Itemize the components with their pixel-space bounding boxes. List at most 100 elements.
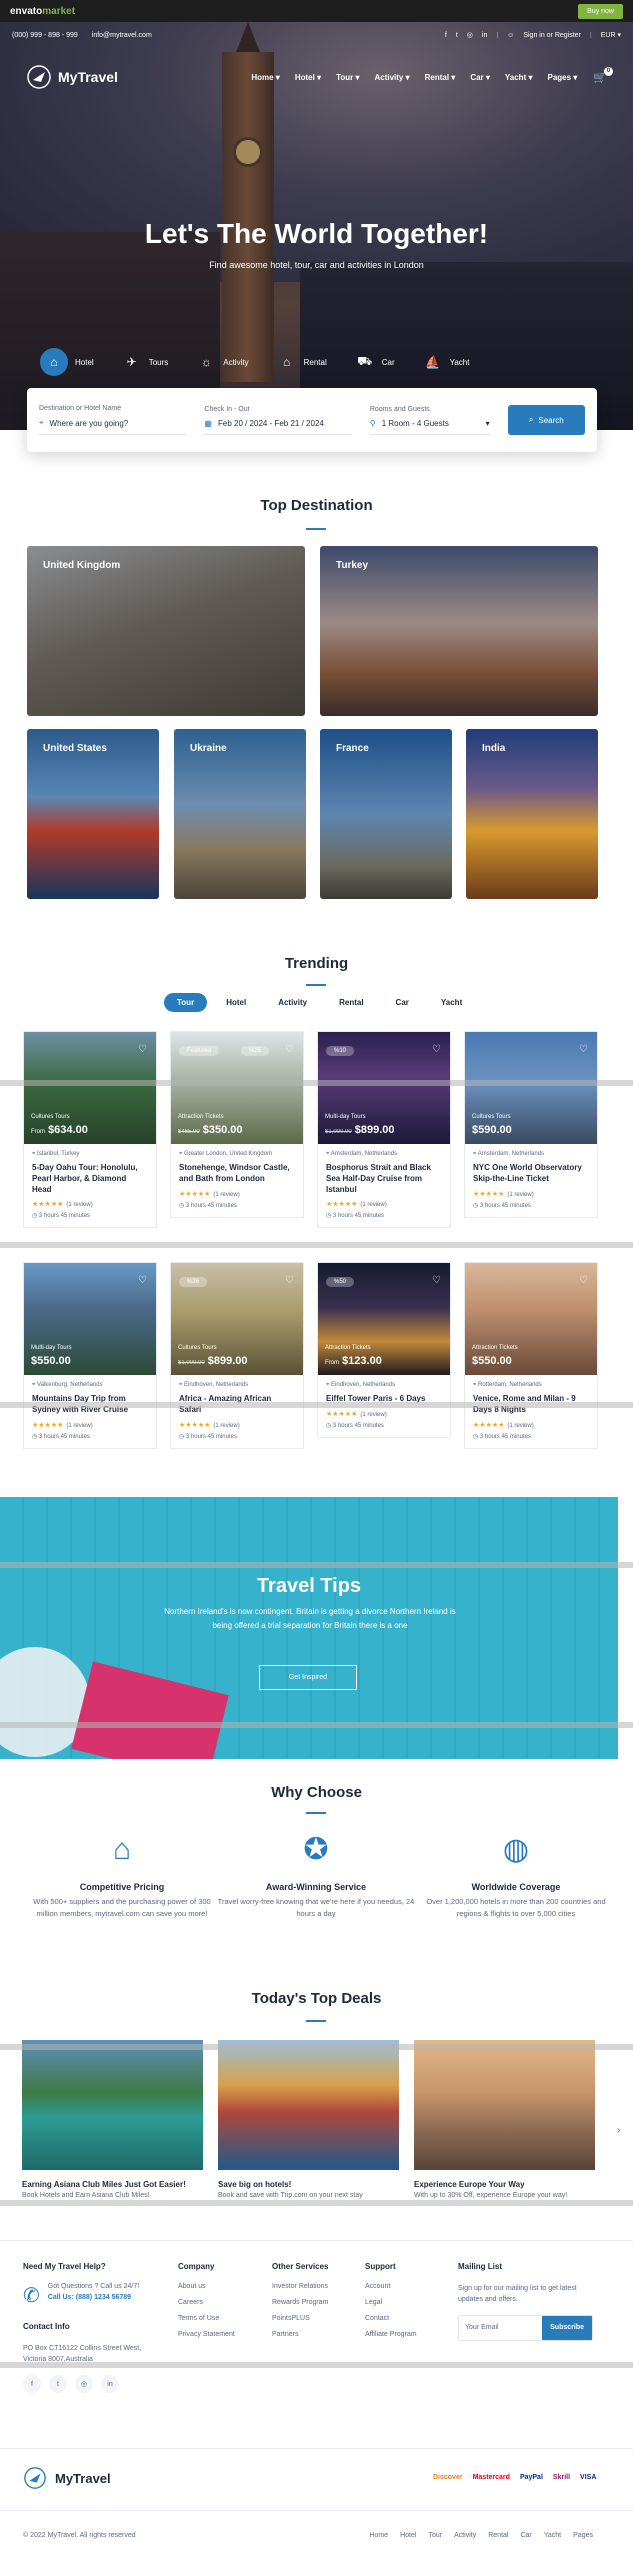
heart-icon[interactable]: ♡ [579, 1275, 588, 1286]
tab-tours[interactable]: ✈ Tours [122, 352, 169, 372]
tour-card[interactable]: ♡ Cultures Tours $590.00 ⌖ Amsterdam, Nethe… [464, 1031, 598, 1218]
footer-link[interactable]: Account [365, 2283, 417, 2290]
trending-tab-activity[interactable]: Activity [265, 993, 320, 1012]
destination-card[interactable]: Ukraine [174, 729, 306, 899]
twitter-icon[interactable]: t [49, 2375, 67, 2394]
footer-nav-hotel[interactable]: Hotel [400, 2532, 416, 2539]
destination-card[interactable]: France [320, 729, 452, 899]
tour-title[interactable]: NYC One World Observatory Skip-the-Line … [473, 1163, 589, 1185]
email-input[interactable]: Your Email [459, 2316, 542, 2340]
trending-tab-yacht[interactable]: Yacht [428, 993, 475, 1012]
tab-yacht[interactable]: ⛵ Yacht [423, 352, 469, 372]
footer-link[interactable]: About us [178, 2283, 235, 2290]
get-inspired-button[interactable]: Get Inspired [259, 1665, 357, 1690]
footer-link[interactable]: Careers [178, 2299, 235, 2306]
footer-brand[interactable]: MyTravel [23, 2466, 111, 2490]
destination-card[interactable]: United States [27, 729, 159, 899]
dates-input[interactable]: Feb 20 / 2024 - Feb 21 / 2024 [218, 419, 324, 428]
footer-nav-rental[interactable]: Rental [488, 2532, 508, 2539]
nav-item-home[interactable]: Home ▾ [251, 73, 279, 82]
trending-tab-hotel[interactable]: Hotel [213, 993, 259, 1012]
clock-icon: ◷ [326, 1422, 333, 1429]
nav-item-hotel[interactable]: Hotel ▾ [295, 73, 321, 82]
destination-name: Ukraine [190, 743, 227, 754]
footer-link[interactable]: Affiliate Program [365, 2331, 417, 2338]
buy-now-button[interactable]: Buy now [578, 3, 623, 19]
heart-icon[interactable]: ♡ [138, 1275, 147, 1286]
subscribe-button[interactable]: Subscribe [542, 2316, 592, 2341]
tour-card[interactable]: ♡ Cultures Tours From $634.00 ⌖ Istanbul, T… [23, 1031, 157, 1229]
search-button[interactable]: ⌕ Search [507, 405, 586, 435]
phone-link[interactable]: (000) 999 - 898 - 999 [12, 32, 78, 39]
tour-title[interactable]: Stonehenge, Windsor Castle, and Bath fro… [179, 1163, 295, 1185]
facebook-icon[interactable]: f [23, 2375, 41, 2394]
footer-link[interactable]: Investor Relations [272, 2283, 328, 2290]
tour-title[interactable]: 5-Day Oahu Tour: Honolulu, Pearl Harbor,… [32, 1163, 148, 1195]
trending-tab-tour[interactable]: Tour [164, 993, 208, 1012]
chevron-right-icon[interactable]: › [617, 2125, 620, 2136]
tour-duration: ◷ 3 hours 45 minutes [326, 1213, 384, 1220]
tour-card[interactable]: %50 ♡ Attraction Tickets From $123.00 ⌖ Eind… [317, 1262, 451, 1438]
footer-nav-home[interactable]: Home [369, 2532, 388, 2539]
destination-card[interactable]: United Kingdom [27, 546, 305, 716]
cart-icon[interactable]: 🛒 0 [593, 66, 613, 84]
footer-link[interactable]: Terms of Use [178, 2315, 235, 2322]
heart-icon[interactable]: ♡ [285, 1044, 294, 1055]
footer-link[interactable]: Legal [365, 2299, 417, 2306]
twitter-icon[interactable]: t [456, 32, 458, 39]
tab-activity[interactable]: ☼ Activity [196, 352, 249, 372]
nav-item-tour[interactable]: Tour ▾ [336, 73, 359, 82]
heart-icon[interactable]: ♡ [138, 1044, 147, 1055]
tour-card[interactable]: ♡ Attraction Tickets $550.00 ⌖ Rotterdam, N… [464, 1262, 598, 1449]
footer-link[interactable]: PointsPLUS [272, 2315, 328, 2322]
destination-card[interactable]: Turkey [320, 546, 598, 716]
tour-card[interactable]: %36 ♡ Cultures Tours $1,000.00 $899.00 ⌖ Ein… [170, 1262, 304, 1449]
tour-title[interactable]: Bosphorus Strait and Black Sea Half-Day … [326, 1163, 442, 1195]
footer-nav-activity[interactable]: Activity [454, 2532, 476, 2539]
brand[interactable]: MyTravel [26, 64, 118, 90]
nav-item-rental[interactable]: Rental ▾ [425, 73, 456, 82]
heart-icon[interactable]: ♡ [432, 1044, 441, 1055]
footer-nav-car[interactable]: Car [520, 2532, 531, 2539]
footer-nav-yacht[interactable]: Yacht [544, 2532, 561, 2539]
tour-card[interactable]: Featured %25 ♡ Attraction Tickets $465.00 $3… [170, 1031, 304, 1218]
trending-tab-rental[interactable]: Rental [326, 993, 376, 1012]
nav-item-activity[interactable]: Activity ▾ [374, 73, 409, 82]
heart-icon[interactable]: ♡ [285, 1275, 294, 1286]
footer-nav-tour[interactable]: Tour [428, 2532, 442, 2539]
email-link[interactable]: info@mytravel.com [92, 32, 152, 39]
currency-select[interactable]: EUR ▾ [601, 31, 621, 39]
rating-stars: ★★★★★ (1 review) [326, 1410, 387, 1418]
facebook-icon[interactable]: f [445, 32, 447, 39]
footer-link[interactable]: Privacy Statement [178, 2331, 235, 2338]
deal-card[interactable]: Earning Asiana Club Miles Just Got Easie… [22, 2040, 203, 2199]
call-number[interactable]: (888) 1234 56789 [76, 2294, 131, 2301]
instagram-icon[interactable]: ◎ [467, 31, 473, 39]
nav-item-pages[interactable]: Pages ▾ [547, 73, 577, 82]
why-item-title: Award-Winning Service [265, 1882, 367, 1892]
envato-logo[interactable]: envatomarket [10, 6, 75, 17]
nav-item-car[interactable]: Car ▾ [470, 73, 490, 82]
nav-item-yacht[interactable]: Yacht ▾ [505, 73, 533, 82]
linkedin-icon[interactable]: in [482, 32, 487, 39]
heart-icon[interactable]: ♡ [579, 1044, 588, 1055]
instagram-icon[interactable]: ◎ [75, 2375, 93, 2394]
deal-card[interactable]: Save big on hotels! Book and save with T… [218, 2040, 399, 2199]
destination-input[interactable]: Where are you going? [50, 419, 129, 428]
rooms-select[interactable]: 1 Room - 4 Guests [382, 419, 449, 428]
footer-link[interactable]: Partners [272, 2331, 328, 2338]
heart-icon[interactable]: ♡ [432, 1275, 441, 1286]
deal-card[interactable]: Experience Europe Your Way With up to 30… [414, 2040, 595, 2199]
tour-card[interactable]: ♡ Multi-day Tours $550.00 ⌖ Valkenburg, Net… [23, 1262, 157, 1449]
tour-card[interactable]: %10 ♡ Multi-day Tours $1,000.00 $899.00 ⌖ Am… [317, 1031, 451, 1229]
linkedin-icon[interactable]: in [101, 2375, 119, 2394]
footer-nav-pages[interactable]: Pages [573, 2532, 593, 2539]
signin-link[interactable]: Sign in or Register [523, 32, 581, 39]
footer-link[interactable]: Contact [365, 2315, 417, 2322]
destination-card[interactable]: India [466, 729, 598, 899]
tab-hotel[interactable]: ⌂ Hotel [40, 348, 94, 376]
tab-rental[interactable]: ⌂ Rental [277, 352, 327, 372]
tab-car[interactable]: ⛟ Car [355, 352, 394, 372]
footer-link[interactable]: Rewards Program [272, 2299, 328, 2306]
trending-tab-car[interactable]: Car [383, 993, 422, 1012]
